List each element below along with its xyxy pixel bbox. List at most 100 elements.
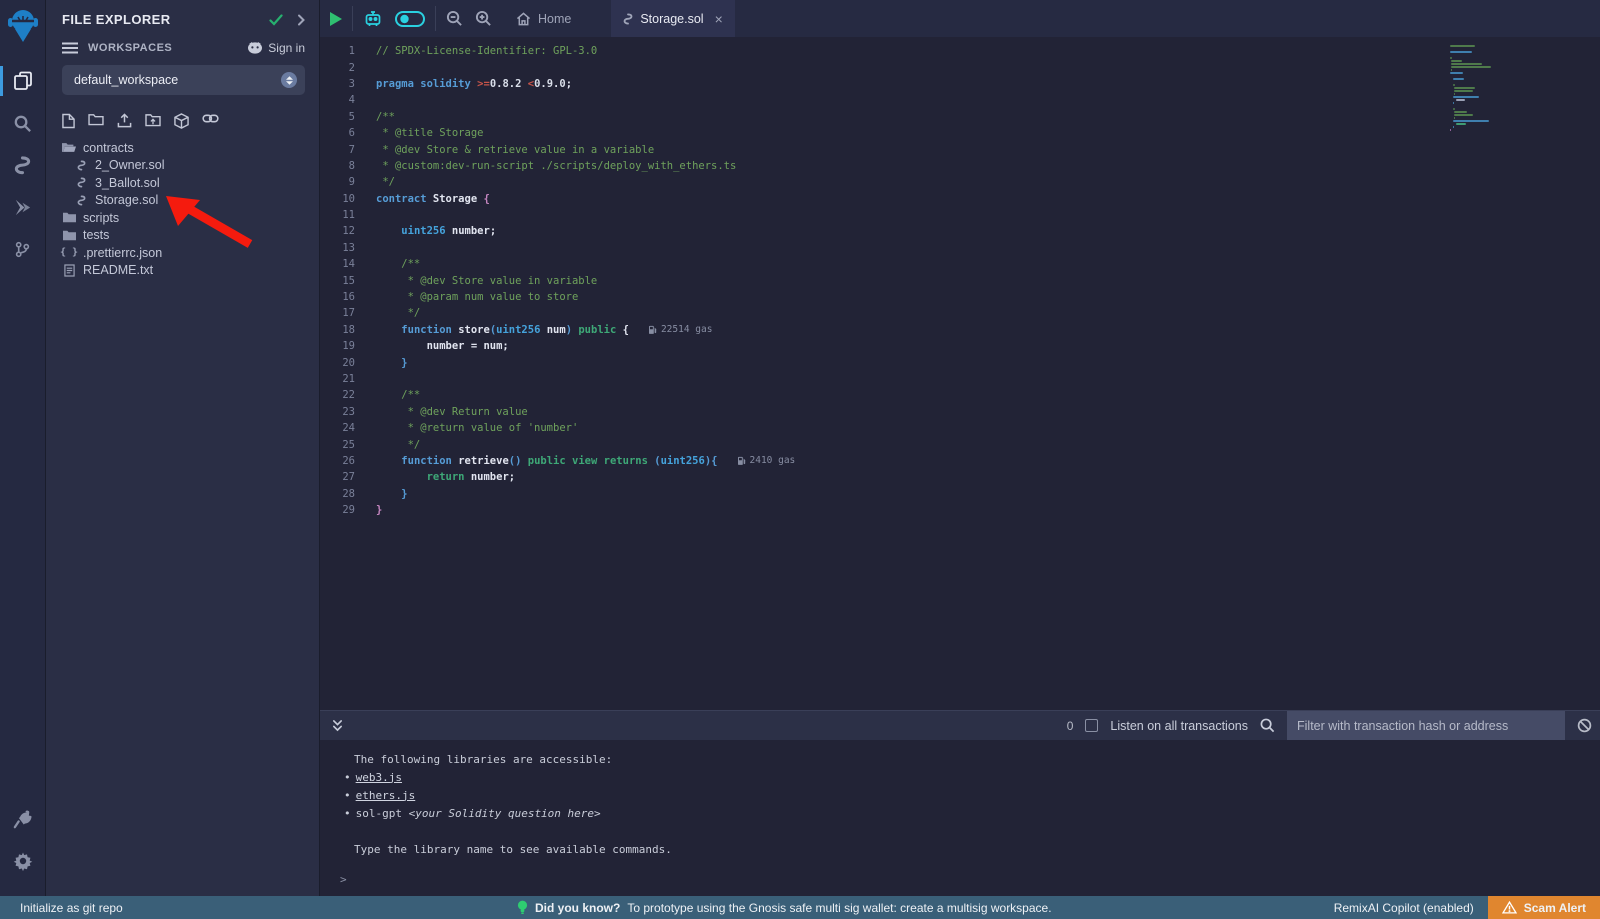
- code-line: 10contract Storage {: [320, 191, 1600, 207]
- line-number: 7: [320, 144, 376, 156]
- file-tree: contracts 2_Owner.sol3_Ballot.solStorage.…: [46, 139, 319, 279]
- remix-logo-icon[interactable]: [7, 8, 39, 44]
- terminal-line: •sol-gpt <your Solidity question here>: [354, 804, 1600, 822]
- json-icon: { }: [62, 247, 76, 258]
- copilot-status[interactable]: RemixAI Copilot (enabled): [1334, 901, 1474, 915]
- clear-console-icon[interactable]: [1577, 718, 1592, 733]
- file-icon: [62, 264, 76, 277]
- gas-estimate-badge: 22514 gas: [649, 324, 712, 335]
- sidebar-item-search[interactable]: [0, 102, 46, 144]
- code-line: 21: [320, 371, 1600, 387]
- terminal-line: The following libraries are accessible:: [354, 750, 1600, 768]
- warning-icon: [1502, 901, 1517, 914]
- copilot-toggle[interactable]: [395, 11, 425, 27]
- code-line: 23 * @dev Return value: [320, 404, 1600, 420]
- folder-icon: [62, 212, 76, 223]
- code-editor[interactable]: 1// SPDX-License-Identifier: GPL-3.023pr…: [320, 37, 1600, 710]
- sidebar-item-plugin-manager[interactable]: [0, 798, 46, 840]
- code-line: 7 * @dev Store & retrieve value in a var…: [320, 141, 1600, 157]
- editor-minimap[interactable]: [1450, 45, 1532, 132]
- sidebar-item-solidity-compiler[interactable]: [0, 144, 46, 186]
- terminal-collapse-icon[interactable]: [332, 719, 343, 732]
- tree-item-readme-txt[interactable]: README.txt: [46, 262, 319, 280]
- tree-item-label: contracts: [83, 141, 134, 155]
- workspaces-label: WORKSPACES: [88, 42, 247, 54]
- upload-folder-icon[interactable]: [145, 113, 161, 129]
- remixai-robot-icon[interactable]: [363, 9, 383, 29]
- line-number: 22: [320, 389, 376, 401]
- code-line: 17 */: [320, 305, 1600, 321]
- terminal-link-ethers-js[interactable]: ethers.js: [356, 789, 416, 802]
- line-number: 23: [320, 406, 376, 418]
- tab-close-icon[interactable]: ×: [715, 11, 723, 27]
- line-number: 29: [320, 504, 376, 516]
- workspace-dropdown-icon[interactable]: [281, 72, 297, 88]
- tree-item-label: Storage.sol: [95, 193, 158, 207]
- remix-ide-window: FILE EXPLORER WORKSPACES: [0, 0, 1600, 919]
- tree-item-label: .prettierrc.json: [83, 246, 162, 260]
- tree-item--prettierrc-json[interactable]: { } .prettierrc.json: [46, 244, 319, 262]
- sign-in-button[interactable]: Sign in: [247, 41, 305, 55]
- line-number: 3: [320, 78, 376, 90]
- upload-file-icon[interactable]: [117, 113, 132, 129]
- line-number: 9: [320, 176, 376, 188]
- terminal-line: Type the library name to see available c…: [354, 840, 1600, 858]
- publish-gist-icon[interactable]: [174, 113, 189, 129]
- compile-check-icon[interactable]: [269, 14, 283, 26]
- transaction-filter-input[interactable]: [1287, 711, 1565, 741]
- line-number: 11: [320, 209, 376, 221]
- tree-item-3-ballot-sol[interactable]: 3_Ballot.sol: [46, 174, 319, 192]
- link-icon[interactable]: [202, 113, 219, 129]
- scam-alert-button[interactable]: Scam Alert: [1488, 896, 1600, 919]
- terminal-line: [354, 822, 1600, 840]
- new-folder-icon[interactable]: [88, 113, 104, 129]
- tab-storage-sol[interactable]: Storage.sol ×: [611, 0, 734, 37]
- sidebar-item-deploy-and-run[interactable]: [0, 186, 46, 228]
- line-number: 17: [320, 307, 376, 319]
- git-init-button[interactable]: Initialize as git repo: [0, 901, 123, 915]
- workspaces-menu-icon[interactable]: [62, 42, 78, 54]
- folder-open-icon: [62, 142, 76, 153]
- line-number: 13: [320, 242, 376, 254]
- terminal-search-icon[interactable]: [1260, 718, 1275, 733]
- panel-chevron-icon[interactable]: [297, 14, 305, 26]
- sidebar-item-settings[interactable]: [0, 840, 46, 882]
- terminal-link-web3-js[interactable]: web3.js: [356, 771, 402, 784]
- tree-item-tests[interactable]: tests: [46, 227, 319, 245]
- tree-item-storage-sol[interactable]: Storage.sol: [46, 192, 319, 210]
- listen-all-transactions-checkbox[interactable]: [1085, 719, 1098, 732]
- code-line: 13: [320, 240, 1600, 256]
- code-line: 11: [320, 207, 1600, 223]
- code-line: 24 * @return value of 'number': [320, 420, 1600, 436]
- line-number: 21: [320, 373, 376, 385]
- file-operations-toolbar: [46, 105, 319, 139]
- terminal-line: •web3.js: [354, 768, 1600, 786]
- terminal[interactable]: The following libraries are accessible:•…: [320, 740, 1600, 896]
- zoom-out-icon[interactable]: [446, 10, 463, 27]
- tree-item-2-owner-sol[interactable]: 2_Owner.sol: [46, 157, 319, 175]
- workspace-select[interactable]: default_workspace: [62, 65, 305, 95]
- code-line: 27 return number;: [320, 469, 1600, 485]
- terminal-prompt[interactable]: >: [340, 873, 347, 886]
- workspace-selected-value: default_workspace: [74, 73, 281, 87]
- line-number: 15: [320, 275, 376, 287]
- code-line: 28 }: [320, 486, 1600, 502]
- tree-item-scripts[interactable]: scripts: [46, 209, 319, 227]
- terminal-line: •ethers.js: [354, 786, 1600, 804]
- file-explorer-panel: FILE EXPLORER WORKSPACES: [46, 0, 320, 896]
- zoom-in-icon[interactable]: [475, 10, 492, 27]
- status-bar: Initialize as git repo Did you know? To …: [0, 896, 1600, 919]
- line-number: 10: [320, 193, 376, 205]
- code-line: 15 * @dev Store value in variable: [320, 272, 1600, 288]
- line-number: 24: [320, 422, 376, 434]
- run-script-button[interactable]: [330, 12, 342, 26]
- code-line: 9 */: [320, 174, 1600, 190]
- listen-all-transactions-label: Listen on all transactions: [1110, 719, 1248, 733]
- tree-item-contracts[interactable]: contracts: [46, 139, 319, 157]
- sidebar-item-file-explorer[interactable]: [0, 60, 46, 102]
- code-line: 3pragma solidity >=0.8.2 <0.9.0;: [320, 76, 1600, 92]
- terminal-header: 0 Listen on all transactions: [320, 710, 1600, 740]
- sidebar-item-git[interactable]: [0, 228, 46, 270]
- tab-home[interactable]: Home: [502, 0, 585, 37]
- new-file-icon[interactable]: [62, 113, 75, 129]
